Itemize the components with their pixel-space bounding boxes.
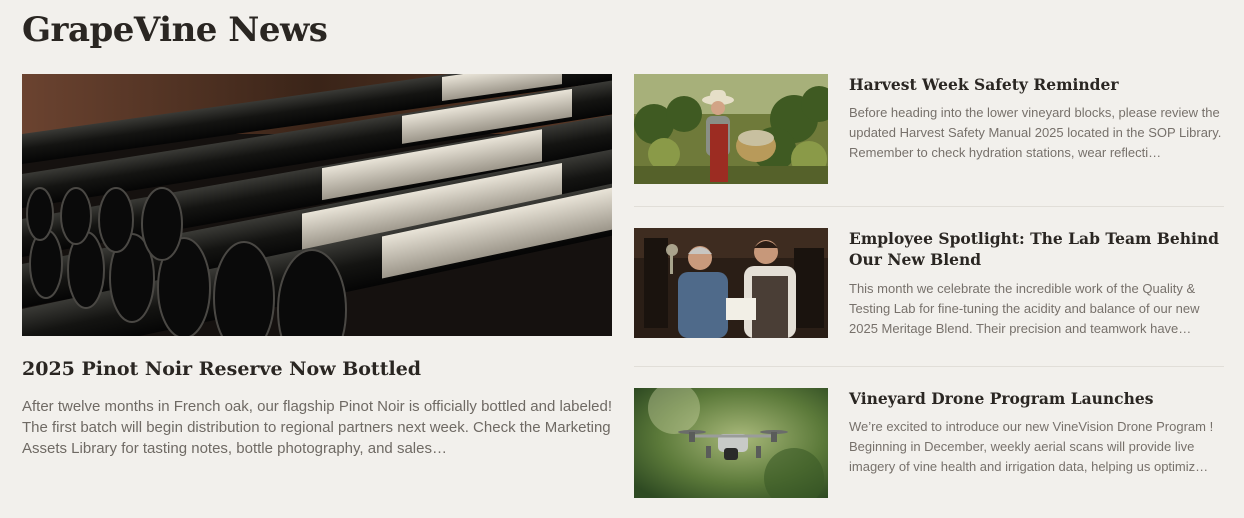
list-item[interactable]: Harvest Week Safety Reminder Before head…: [634, 74, 1224, 184]
article-list: Harvest Week Safety Reminder Before head…: [634, 74, 1224, 498]
wine-bottles-image[interactable]: [22, 74, 612, 336]
list-item[interactable]: Employee Spotlight: The Lab Team Behind …: [634, 228, 1224, 338]
article-excerpt: This month we celebrate the incredible w…: [849, 281, 1200, 336]
drone-image[interactable]: [634, 388, 828, 498]
list-item[interactable]: Vineyard Drone Program Launches We’re ex…: [634, 388, 1224, 498]
article-excerpt: We’re excited to introduce our new VineV…: [849, 419, 1214, 474]
article-excerpt: Before heading into the lower vineyard b…: [849, 105, 1222, 160]
page-title: GrapeVine News: [22, 10, 328, 50]
article-title[interactable]: Vineyard Drone Program Launches: [849, 388, 1225, 409]
vineyard-worker-image[interactable]: [634, 74, 828, 184]
divider: [634, 206, 1224, 207]
article-title[interactable]: Employee Spotlight: The Lab Team Behind …: [849, 228, 1225, 270]
featured-excerpt: After twelve months in French oak, our f…: [22, 398, 613, 457]
article-title[interactable]: Harvest Week Safety Reminder: [849, 74, 1225, 95]
divider: [634, 366, 1224, 367]
featured-title[interactable]: 2025 Pinot Noir Reserve Now Bottled: [22, 358, 612, 380]
featured-article[interactable]: 2025 Pinot Noir Reserve Now Bottled Afte…: [22, 74, 612, 459]
lab-team-image[interactable]: [634, 228, 828, 338]
